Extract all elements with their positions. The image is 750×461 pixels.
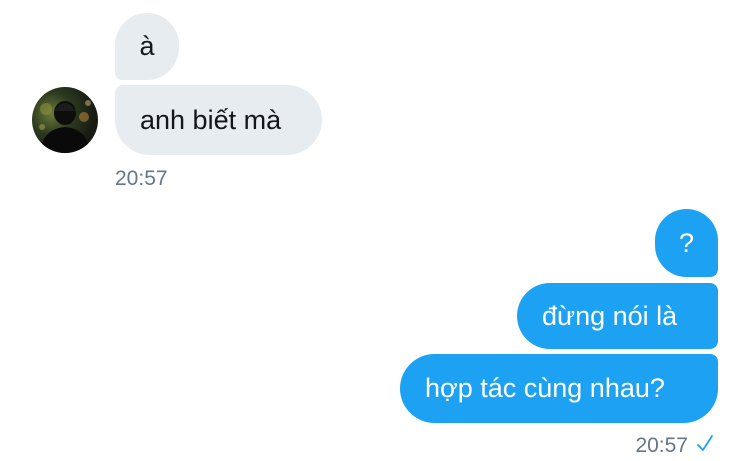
outgoing-message[interactable]: hợp tác cùng nhau? [400, 354, 718, 423]
user-avatar[interactable] [32, 87, 98, 153]
message-timestamp: 20:57 [635, 434, 688, 457]
outgoing-message[interactable]: ? [655, 209, 718, 277]
message-timestamp: 20:57 [115, 167, 168, 190]
sent-check-icon [697, 435, 713, 451]
incoming-message[interactable]: anh biết mà [115, 85, 322, 155]
person-silhouette-icon [39, 100, 91, 153]
chat-thread: à anh biết mà 20:57 ? đừng nói là hợp tá… [0, 0, 750, 461]
incoming-message[interactable]: à [115, 13, 179, 80]
outgoing-message[interactable]: đừng nói là [517, 283, 718, 349]
